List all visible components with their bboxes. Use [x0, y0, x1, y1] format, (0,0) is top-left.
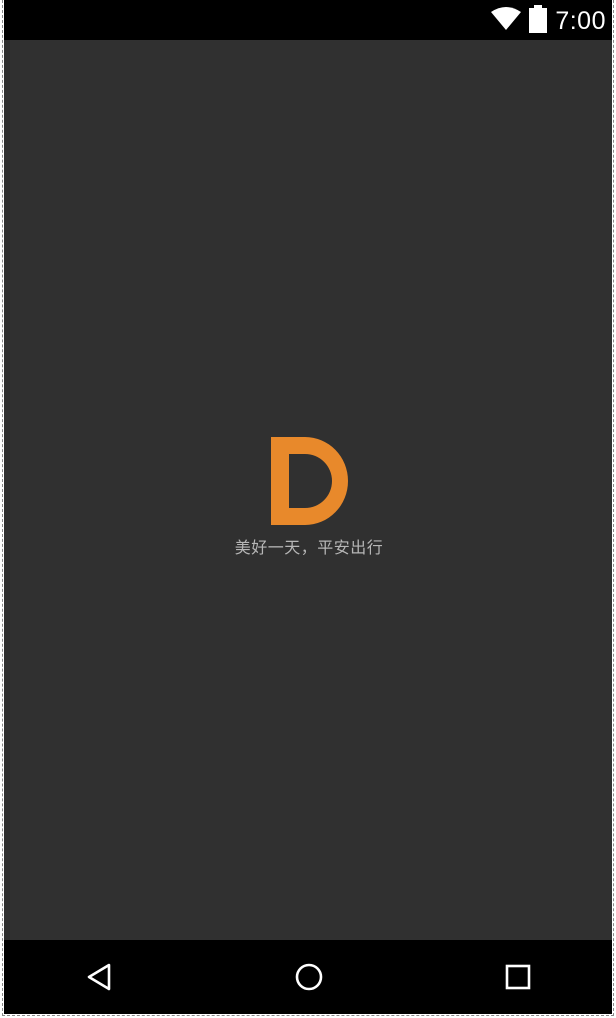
home-icon: [295, 963, 323, 991]
recents-button[interactable]: [501, 960, 535, 994]
status-time: 7:00: [555, 6, 606, 35]
recents-icon: [505, 964, 531, 990]
back-button[interactable]: [82, 960, 116, 994]
navigation-bar: [4, 940, 612, 1014]
app-logo: [269, 436, 349, 526]
wifi-icon: [491, 7, 522, 35]
back-icon: [87, 963, 111, 991]
splash-tagline: 美好一天，平安出行: [234, 538, 384, 557]
status-icons: 7:00: [491, 4, 606, 38]
status-bar: 7:00: [4, 0, 612, 40]
home-button[interactable]: [292, 960, 326, 994]
battery-icon: [529, 5, 548, 37]
phone-screen: 7:00 美好一天，平安出行: [4, 0, 612, 1014]
logo-d-icon: [271, 437, 348, 525]
splash-content: 美好一天，平安出行: [4, 40, 612, 940]
